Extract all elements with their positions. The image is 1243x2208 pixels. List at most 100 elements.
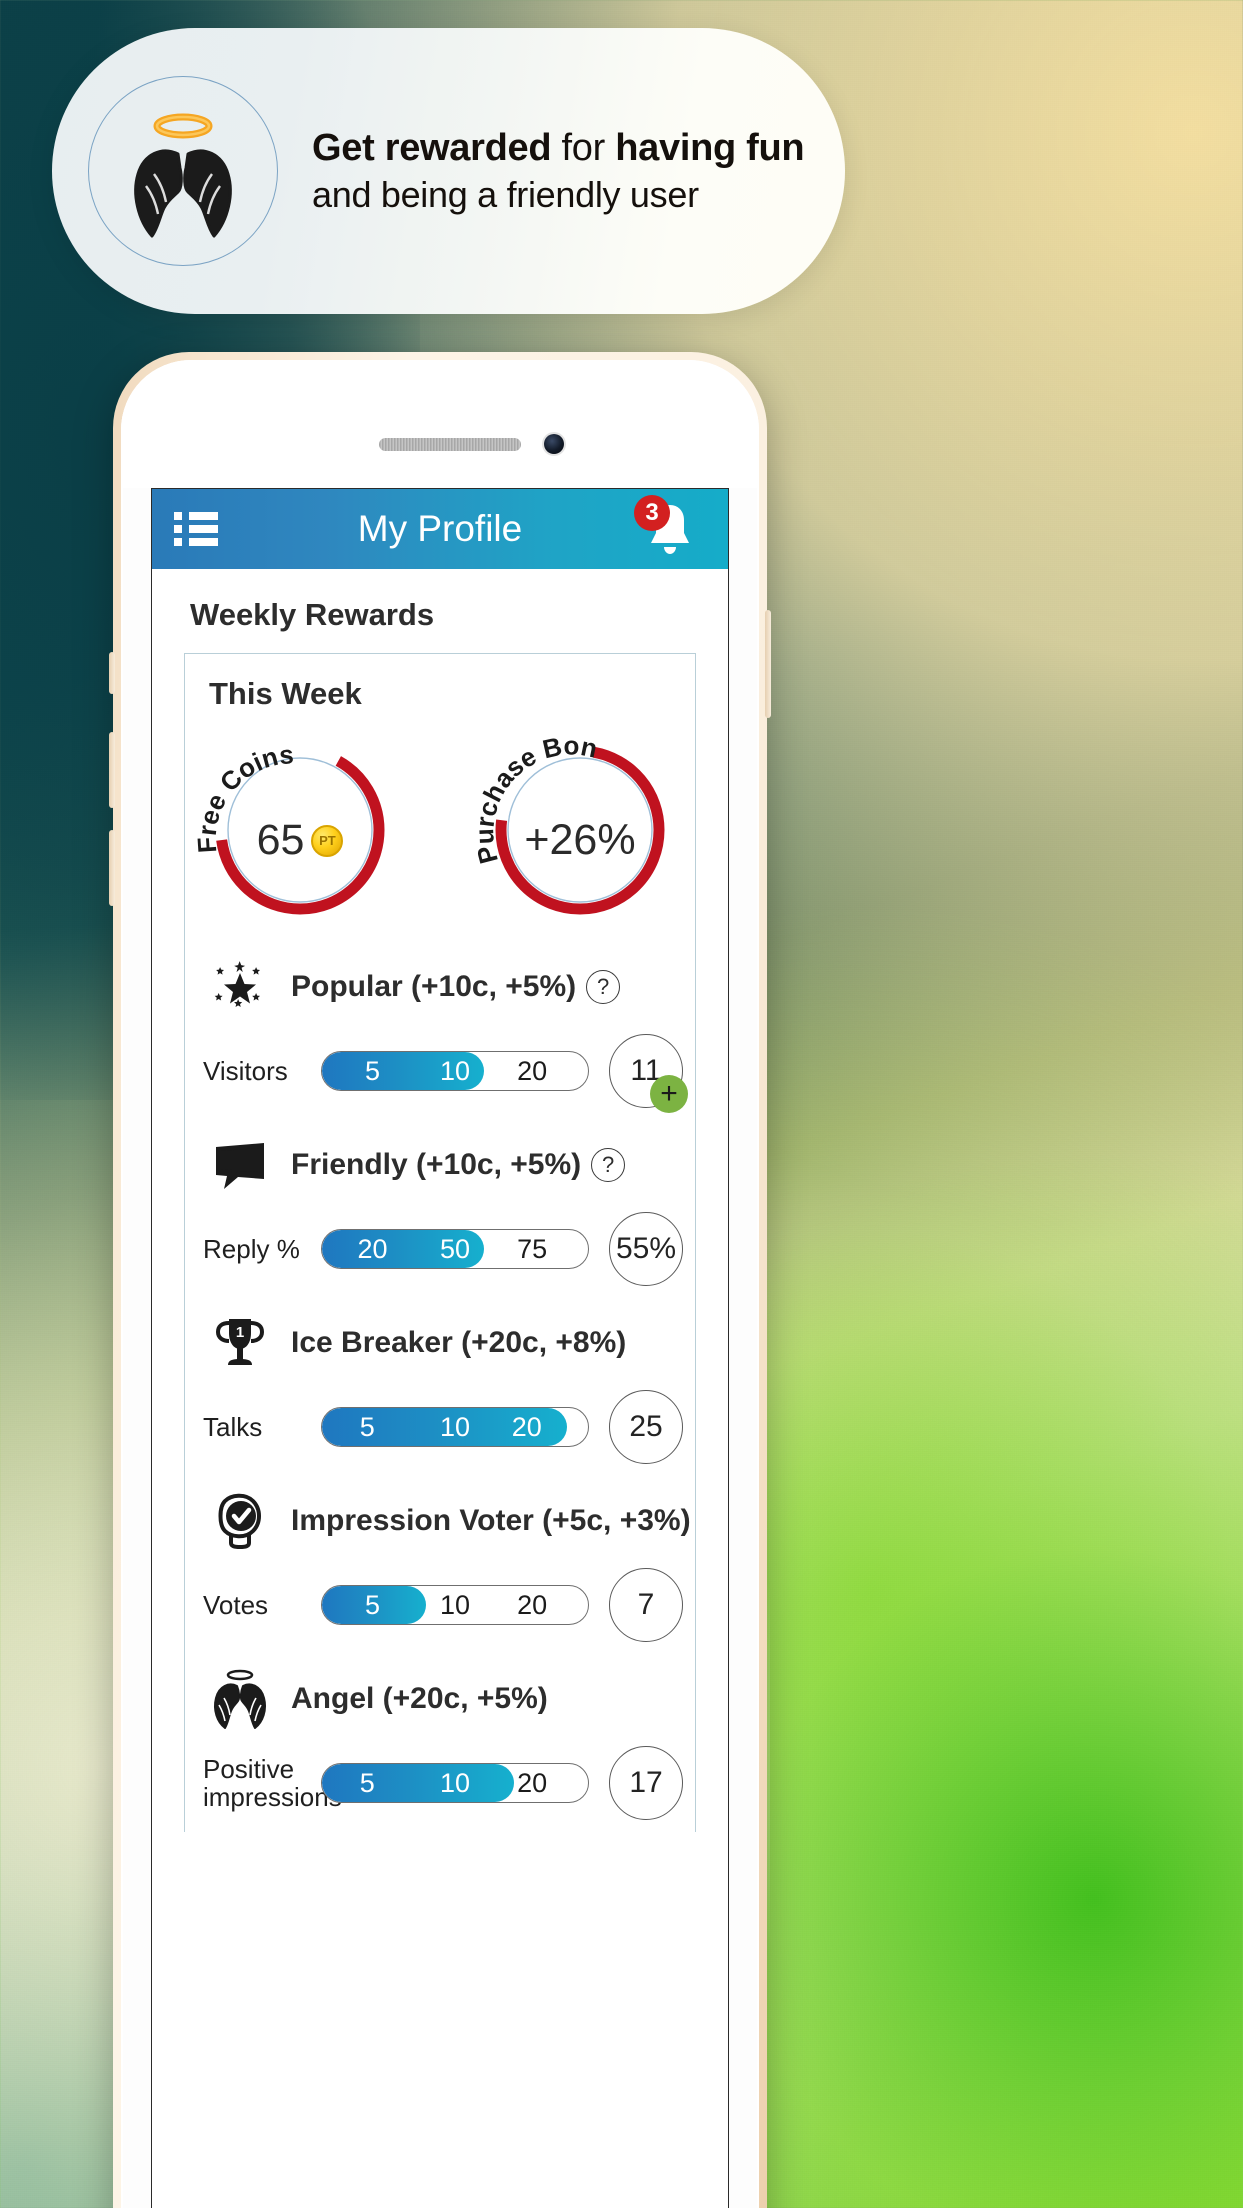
progress-slider-impression-voter[interactable]: 5 10 20 [321, 1585, 589, 1625]
slider-tick-ice-breaker-0: 5 [359, 1411, 375, 1442]
gauge-purchase-bonus-center: +26% [476, 816, 684, 865]
slider-ticks-impression-voter: 5 10 20 [322, 1586, 588, 1624]
reward-body-popular: Visitors 5 10 20 11 + [185, 1020, 695, 1114]
phone-front-camera [544, 434, 564, 454]
banner-subline: and being a friendly user [312, 174, 699, 216]
slider-tick-friendly-0: 20 [357, 1233, 388, 1264]
banner-headline-bold-1: Get rewarded [312, 126, 552, 169]
reward-row-angel: Angel (+20c, +5%) Positive impressions 5… [185, 1654, 695, 1832]
slider-ticks-friendly: 20 50 75 [322, 1230, 588, 1268]
reward-name-impression-voter: Impression Voter (+5c, +3%) [291, 1504, 691, 1538]
reward-name-popular: Popular (+10c, +5%) ? [291, 970, 621, 1004]
gauge-purchase-bonus: Purchase Bonus +26% [476, 730, 684, 920]
app-header-bar: My Profile 3 [152, 489, 728, 569]
reward-name-angel: Angel (+20c, +5%) [291, 1682, 548, 1716]
banner-headline-bold-2: having fun [615, 126, 805, 169]
gauge-free-coins: Free Coins 65 PT [196, 730, 404, 920]
reward-header-ice-breaker: 1 Ice Breaker (+20c, +8%) [185, 1310, 695, 1376]
phone-screen-bezel: My Profile 3 Weekly Rewards This Week ee… [121, 360, 759, 2208]
trophy-icon: 1 [207, 1310, 273, 1376]
reward-title-impression-voter: Impression Voter (+5c, +3%) [291, 1504, 691, 1537]
slider-tick-friendly-1: 50 [439, 1233, 471, 1264]
banner-headline: Get rewarded for having fun [312, 124, 805, 173]
reward-metric-label-impression-voter: Votes [203, 1589, 269, 1620]
reward-body-ice-breaker: Talks 5 10 20 25 [185, 1376, 695, 1470]
reward-counter-friendly: 55% [609, 1212, 683, 1286]
reward-counter-angel: 17 [609, 1746, 683, 1820]
this-week-heading: This Week [209, 676, 362, 711]
slider-tick-ice-breaker-2: 20 [511, 1411, 542, 1442]
slider-tick-popular-0: 5 [365, 1055, 381, 1086]
slider-tick-impression-voter-1: 10 [439, 1589, 471, 1620]
svg-text:1: 1 [236, 1324, 244, 1341]
menu-list-icon[interactable] [174, 512, 218, 546]
emblem-ring [88, 76, 278, 266]
help-icon-friendly[interactable]: ? [591, 1148, 626, 1182]
add-button-popular[interactable]: + [650, 1075, 688, 1113]
reward-body-friendly: Reply % 20 50 75 55% [185, 1198, 695, 1292]
weekly-rewards-heading: Weekly Rewards [190, 597, 435, 632]
banner-text: Get rewarded for having fun and being a … [312, 124, 805, 219]
reward-row-impression-voter: Impression Voter (+5c, +3%) Votes 5 10 2… [185, 1476, 695, 1654]
star-burst-icon [207, 954, 273, 1020]
progress-slider-friendly[interactable]: 20 50 75 [321, 1229, 589, 1269]
reward-counter-impression-voter: 7 [609, 1568, 683, 1642]
reward-row-friendly: Friendly (+10c, +5%) ? Reply % 20 50 75 … [185, 1120, 695, 1298]
reward-name-ice-breaker: Ice Breaker (+20c, +8%) [291, 1326, 626, 1360]
speech-bubble-icon [207, 1132, 273, 1198]
this-week-card: This Week Free Coins [184, 653, 696, 1832]
reward-counter-popular: 11 + [609, 1034, 688, 1113]
slider-tick-impression-voter-2: 20 [517, 1589, 548, 1620]
app-content: Weekly Rewards This Week ee Coins 65 PT … [152, 569, 728, 1832]
slider-tick-popular-2: 20 [517, 1055, 548, 1086]
banner-emblem [88, 76, 278, 266]
slider-ticks-ice-breaker: 5 10 20 [322, 1408, 588, 1446]
app-screen: My Profile 3 Weekly Rewards This Week ee… [151, 488, 729, 2208]
reward-metric-label-angel: Positive impressions [203, 1753, 342, 1812]
slider-ticks-angel: 5 10 20 [322, 1764, 588, 1802]
gauge-purchase-bonus-value: +26% [524, 816, 636, 864]
phone-button-volume-down [109, 830, 115, 906]
reward-row-ice-breaker: 1 Ice Breaker (+20c, +8%) Talks 5 10 20 … [185, 1298, 695, 1476]
slider-ticks-popular: 5 10 20 [322, 1052, 588, 1090]
coin-icon: PT [311, 824, 344, 857]
slider-tick-angel-0: 5 [359, 1767, 375, 1798]
phone-button-silent [109, 652, 115, 694]
phone-top-bezel [121, 360, 759, 488]
reward-title-popular: Popular (+10c, +5%) [291, 970, 577, 1003]
reward-title-angel: Angel (+20c, +5%) [291, 1682, 548, 1715]
slider-tick-popular-1: 10 [439, 1055, 471, 1086]
promo-banner: Get rewarded for having fun and being a … [52, 28, 845, 314]
reward-title-friendly: Friendly (+10c, +5%) [291, 1148, 582, 1181]
slider-tick-angel-1: 10 [439, 1767, 471, 1798]
reward-title-ice-breaker: Ice Breaker (+20c, +8%) [291, 1326, 627, 1359]
phone-button-power [765, 610, 771, 718]
checkmark-badge-icon [207, 1488, 273, 1554]
slider-tick-friendly-2: 75 [517, 1233, 548, 1264]
reward-row-popular: Popular (+10c, +5%) ? Visitors 5 10 20 1… [185, 942, 695, 1120]
reward-counter-ice-breaker: 25 [609, 1390, 683, 1464]
reward-metric-label-ice-breaker: Talks [203, 1411, 263, 1442]
phone-button-volume-up [109, 732, 115, 808]
reward-body-angel: Positive impressions 5 10 20 17 [185, 1732, 695, 1826]
reward-header-popular: Popular (+10c, +5%) ? [185, 954, 695, 1020]
notifications-button[interactable]: 3 [634, 495, 702, 561]
angel-wings-icon [207, 1666, 273, 1732]
slider-tick-impression-voter-0: 5 [365, 1589, 381, 1620]
progress-slider-popular[interactable]: 5 10 20 [321, 1051, 589, 1091]
progress-slider-angel[interactable]: 5 10 20 [321, 1763, 589, 1803]
slider-tick-angel-2: 20 [517, 1767, 548, 1798]
help-icon-popular[interactable]: ? [586, 970, 621, 1004]
reward-metric-label-friendly: Reply % [203, 1233, 300, 1264]
reward-metric-label-popular: Visitors [203, 1055, 288, 1086]
gauge-row: Free Coins 65 PT [185, 720, 695, 942]
phone-earpiece-speaker [379, 438, 521, 451]
reward-name-friendly: Friendly (+10c, +5%) ? [291, 1148, 626, 1182]
gauge-free-coins-value: 65 [256, 816, 305, 864]
notification-badge: 3 [634, 495, 670, 531]
reward-header-impression-voter: Impression Voter (+5c, +3%) [185, 1488, 695, 1554]
phone-mockup: My Profile 3 Weekly Rewards This Week ee… [109, 352, 771, 2208]
banner-headline-mid: for [551, 126, 616, 169]
reward-header-friendly: Friendly (+10c, +5%) ? [185, 1132, 695, 1198]
progress-slider-ice-breaker[interactable]: 5 10 20 [321, 1407, 589, 1447]
